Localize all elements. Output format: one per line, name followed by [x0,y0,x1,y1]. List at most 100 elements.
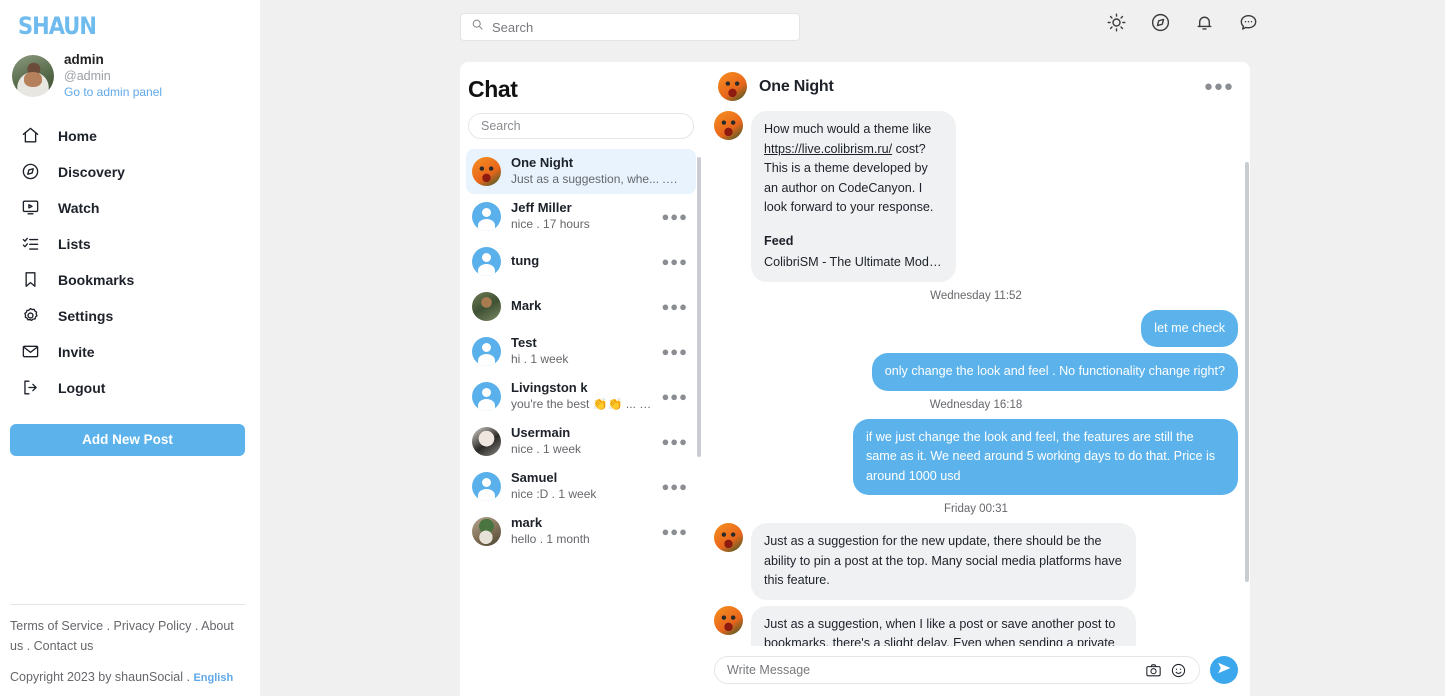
conversation-item-text: Test hi . 1 week [511,335,651,367]
separator: . [194,619,199,634]
conversation-list-item[interactable]: Samuel nice :D . 1 week ●●● [466,464,696,509]
footer-links: Terms of Service . Privacy Policy . Abou… [10,617,250,656]
conversation-list-item[interactable]: Test hi . 1 week ●●● [466,329,696,374]
conversation-item-text: Usermain nice . 1 week [511,425,651,457]
avatar [472,247,501,276]
conversation-item-name: Test [511,335,537,351]
compass-icon[interactable] [1150,12,1172,34]
conversation-item-name: One Night [511,155,574,171]
conversation-item-name: Usermain [511,425,571,441]
message-text: How much would a theme like [764,122,932,136]
conversation-list-item[interactable]: One Night Just as a suggestion, whe... . … [466,149,696,194]
avatar[interactable] [718,72,747,101]
contact-link[interactable]: Contact us [34,639,94,653]
conversation-item-snippet: nice :D . 1 week [511,487,597,502]
sidebar-item-watch[interactable]: Watch [10,190,250,226]
message-bubble[interactable]: How much would a theme like https://live… [751,111,956,282]
chat-search-input[interactable]: Search [468,113,694,139]
page-title: Chat [468,76,518,102]
message-bubble[interactable]: Just as a suggestion, when I like a post… [751,605,1136,646]
conversation-panel: One Night ●●● How much would a theme lik… [702,62,1250,696]
avatar [472,292,501,321]
conversation-header: One Night ●●● [702,62,1250,107]
sidebar-item-discovery[interactable]: Discovery [10,154,250,190]
sidebar-item-home[interactable]: Home [10,118,250,154]
message-bubble[interactable]: only change the look and feel . No funct… [871,353,1238,391]
user-name: admin [64,52,104,67]
brand-logo[interactable]: SHAUN [18,12,250,40]
conversation-list-item[interactable]: Livingston kyou're the best 👏👏 ... . 1 w… [466,374,696,419]
avatar [472,517,501,546]
message-row: only change the look and feel . No funct… [714,353,1238,391]
conversation-item-options-button[interactable]: ●●● [661,524,690,539]
conversation-list-item[interactable]: Mark ●●● [466,284,696,329]
sidebar-item-bookmarks[interactable]: Bookmarks [10,262,250,298]
message-bubble[interactable]: let me check [1141,309,1238,348]
conversation-item-options-button[interactable]: ●●● [661,434,690,449]
conversation-item-options-button[interactable]: ●●● [661,479,690,494]
user-handle: @admin [64,68,111,83]
sidebar-item-lists[interactable]: Lists [10,226,250,262]
separator: . [106,619,111,634]
privacy-link[interactable]: Privacy Policy [114,619,192,633]
message-timestamp: Friday 00:31 [944,503,1008,516]
search-placeholder: Search [492,19,534,35]
thread-scrollbar[interactable] [1245,162,1249,582]
conversation-item-options-button[interactable]: ●●● [661,254,690,269]
send-button[interactable] [1210,656,1238,684]
sidebar-item-logout[interactable]: Logout [10,370,250,406]
search-input[interactable]: Search [460,13,800,41]
conversation-item-snippet: you're the best 👏👏 ... . 1 week [511,397,651,412]
avatar [472,202,501,231]
sidebar-item-label: Invite [58,343,95,360]
message-icon[interactable] [1238,12,1260,34]
message-row: How much would a theme like https://live… [714,111,1238,282]
message-row: Just as a suggestion, when I like a post… [714,605,1238,646]
message-bubble[interactable]: if we just change the look and feel, the… [853,418,1238,496]
conversation-item-text: Samuel nice :D . 1 week [511,470,651,502]
conversation-list-item[interactable]: tung ●●● [466,239,696,284]
admin-panel-link[interactable]: Go to admin panel [64,85,162,100]
message-timestamp: Wednesday 11:52 [930,289,1022,302]
language-selector[interactable]: English [193,672,233,684]
message-link[interactable]: https://live.colibrism.ru/ [764,142,892,156]
conversation-list: One Night Just as a suggestion, whe... . … [460,149,702,554]
sidebar-item-invite[interactable]: Invite [10,334,250,370]
conversation-item-name: Livingston k [511,380,588,396]
conversation-item-options-button[interactable]: ●●● [661,389,690,404]
message-row: Just as a suggestion for the new update,… [714,523,1238,600]
compass-icon [20,162,40,182]
message-row: if we just change the look and feel, the… [714,418,1238,496]
left-sidebar: SHAUN admin @admin Go to admin panel Hom… [0,0,260,696]
avatar [714,523,743,553]
message-composer: Write Message [702,646,1250,696]
footer-divider [10,604,245,606]
current-user[interactable]: admin @admin Go to admin panel [10,48,250,108]
chat-list-scrollbar[interactable] [697,157,701,457]
camera-icon[interactable] [1145,662,1162,679]
conversation-item-text: Jeff Miller nice . 17 hours [511,200,651,232]
bookmark-icon [20,270,40,290]
conversation-item-snippet: hi . 1 week [511,352,569,367]
conversation-list-item[interactable]: Usermain nice . 1 week ●●● [466,419,696,464]
terms-link[interactable]: Terms of Service [10,619,103,633]
envelope-icon [20,342,40,362]
conversation-item-options-button[interactable]: ●●● [661,344,690,359]
send-icon [1217,661,1231,680]
brightness-icon[interactable] [1106,12,1128,34]
message-bubble[interactable]: Just as a suggestion for the new update,… [751,523,1136,600]
message-timestamp: Wednesday 16:18 [929,398,1023,411]
bell-icon[interactable] [1194,12,1216,34]
emoji-icon[interactable] [1170,662,1187,679]
conversation-item-options-button[interactable]: ●●● [661,209,690,224]
add-new-post-button[interactable]: Add New Post [10,423,245,456]
conversation-options-button[interactable]: ●●● [1204,78,1234,95]
message-input[interactable]: Write Message [714,656,1200,684]
sidebar-item-settings[interactable]: Settings [10,298,250,334]
conversation-list-item[interactable]: Jeff Miller nice . 17 hours ●●● [466,194,696,239]
conversation-title: One Night [759,77,834,95]
conversation-item-options-button[interactable]: ●●● [661,299,690,314]
copyright-text: Copyright 2023 by shaunSocial . [10,670,190,684]
conversation-list-item[interactable]: mark hello . 1 month ●●● [466,509,696,554]
gear-icon [20,306,40,326]
